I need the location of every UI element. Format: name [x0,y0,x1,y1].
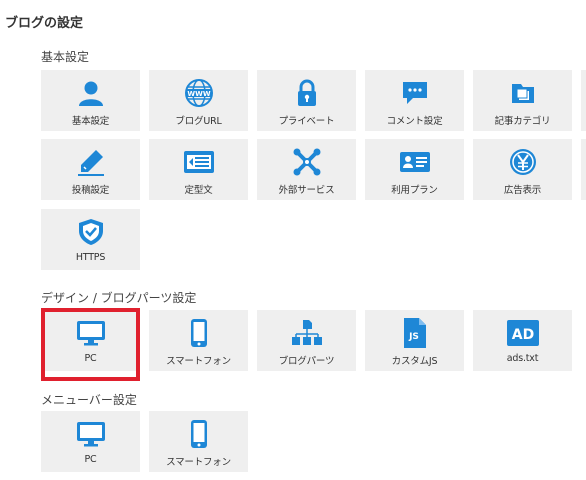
tile-blog-url[interactable]: WWW ブログURL [149,70,248,131]
www-globe-icon: WWW [149,79,248,107]
list-template-icon [149,148,248,176]
tile-overflow[interactable] [581,139,586,200]
lock-icon [257,79,356,107]
tile-label: PC [84,454,97,465]
pencil-icon [41,148,140,176]
tile-templates[interactable]: 定型文 [149,139,248,200]
tile-private[interactable]: プライベート [257,70,356,131]
shield-check-icon [41,218,140,246]
tile-label: コメント設定 [386,116,443,127]
smartphone-icon [149,319,248,347]
tile-label: ブログパーツ [278,356,335,367]
tile-ads-txt[interactable]: AD ads.txt [473,310,572,371]
tile-basic-settings[interactable]: 基本設定 [41,70,140,131]
section-title-basic: 基本設定 [41,50,90,64]
js-icon-text: JS [408,332,419,342]
tile-label: 定型文 [184,185,213,196]
monitor-icon [41,319,140,347]
yen-coin-icon [473,148,572,176]
tile-label: HTTPS [75,252,106,263]
tile-comment-settings[interactable]: コメント設定 [365,70,464,131]
tile-label: 外部サービス [278,185,335,196]
tile-menubar-smartphone[interactable]: スマートフォン [149,411,248,472]
folder-icon [473,79,572,107]
tile-design-pc[interactable]: PC [41,310,140,371]
ad-icon-text: AD [511,327,533,343]
tile-custom-js[interactable]: JS カスタムJS [365,310,464,371]
tile-label: PC [84,353,97,364]
tile-label: 利用プラン [391,185,438,196]
tile-label: プライベート [278,116,335,127]
js-file-icon: JS [365,318,464,348]
tile-ad-display[interactable]: 広告表示 [473,139,572,200]
tile-plan[interactable]: 利用プラン [365,139,464,200]
tile-label: 記事カテゴリ [494,116,551,127]
user-icon [41,79,140,107]
external-service-icon [257,148,356,176]
tile-label: 広告表示 [503,185,542,196]
smartphone-icon [149,420,248,448]
tile-blog-parts[interactable]: ブログパーツ [257,310,356,371]
section-title-menubar: メニューバー設定 [41,393,137,407]
id-card-icon [365,148,464,176]
tile-label: ads.txt [506,353,539,364]
tile-label: カスタムJS [391,356,438,367]
comment-icon [365,79,464,107]
blog-parts-icon [257,319,356,347]
tile-design-smartphone[interactable]: スマートフォン [149,310,248,371]
page-title: ブログの設定 [5,16,84,31]
tile-label: スマートフォン [166,356,231,367]
svg-text:WWW: WWW [187,90,210,98]
tile-external-services[interactable]: 外部サービス [257,139,356,200]
section-title-design: デザイン / ブログパーツ設定 [41,291,197,305]
tile-article-category[interactable]: 記事カテゴリ [473,70,572,131]
tile-label: 投稿設定 [71,185,110,196]
tile-https[interactable]: HTTPS [41,209,140,270]
tile-label: 基本設定 [71,116,110,127]
monitor-icon [41,420,140,448]
tile-menubar-pc[interactable]: PC [41,411,140,472]
tile-post-settings[interactable]: 投稿設定 [41,139,140,200]
ad-badge-icon: AD [473,319,572,347]
tile-overflow[interactable] [581,70,586,131]
tile-label: ブログURL [175,116,222,127]
tile-label: スマートフォン [166,457,231,468]
